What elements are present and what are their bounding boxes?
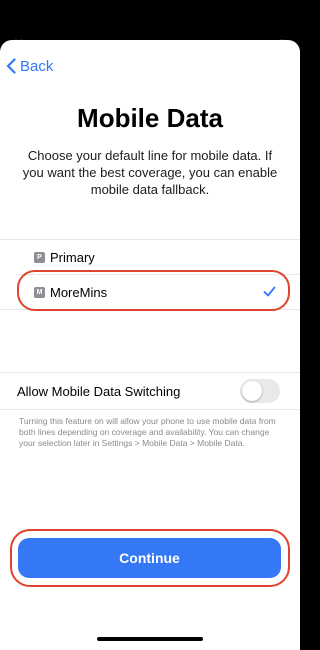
back-button[interactable]: Back xyxy=(6,55,53,77)
chevron-left-icon xyxy=(6,58,16,74)
toggle-knob xyxy=(242,381,262,401)
mobile-data-switching-row: Allow Mobile Data Switching xyxy=(0,373,300,409)
line-label-primary: Primary xyxy=(50,249,95,265)
continue-button[interactable]: Continue xyxy=(18,538,281,578)
line-badge-primary: P xyxy=(34,251,45,263)
page-subtitle: Choose your default line for mobile data… xyxy=(22,148,278,197)
screen: ✕ ● ◎ Back Mobile Data Choose your defau… xyxy=(0,0,300,650)
mobile-data-switching-label: Allow Mobile Data Switching xyxy=(17,383,181,399)
mobile-data-sheet: Back Mobile Data Choose your default lin… xyxy=(0,40,300,650)
home-indicator[interactable] xyxy=(97,637,203,641)
mobile-data-switching-toggle[interactable] xyxy=(240,379,280,403)
line-option-primary[interactable]: P Primary xyxy=(0,240,300,274)
page-title: Mobile Data xyxy=(77,103,223,133)
switching-footnote: Turning this feature on will allow your … xyxy=(19,416,276,448)
selected-line-highlight xyxy=(17,270,290,311)
back-label: Back xyxy=(20,57,54,75)
switch-bottom-divider xyxy=(0,409,300,410)
